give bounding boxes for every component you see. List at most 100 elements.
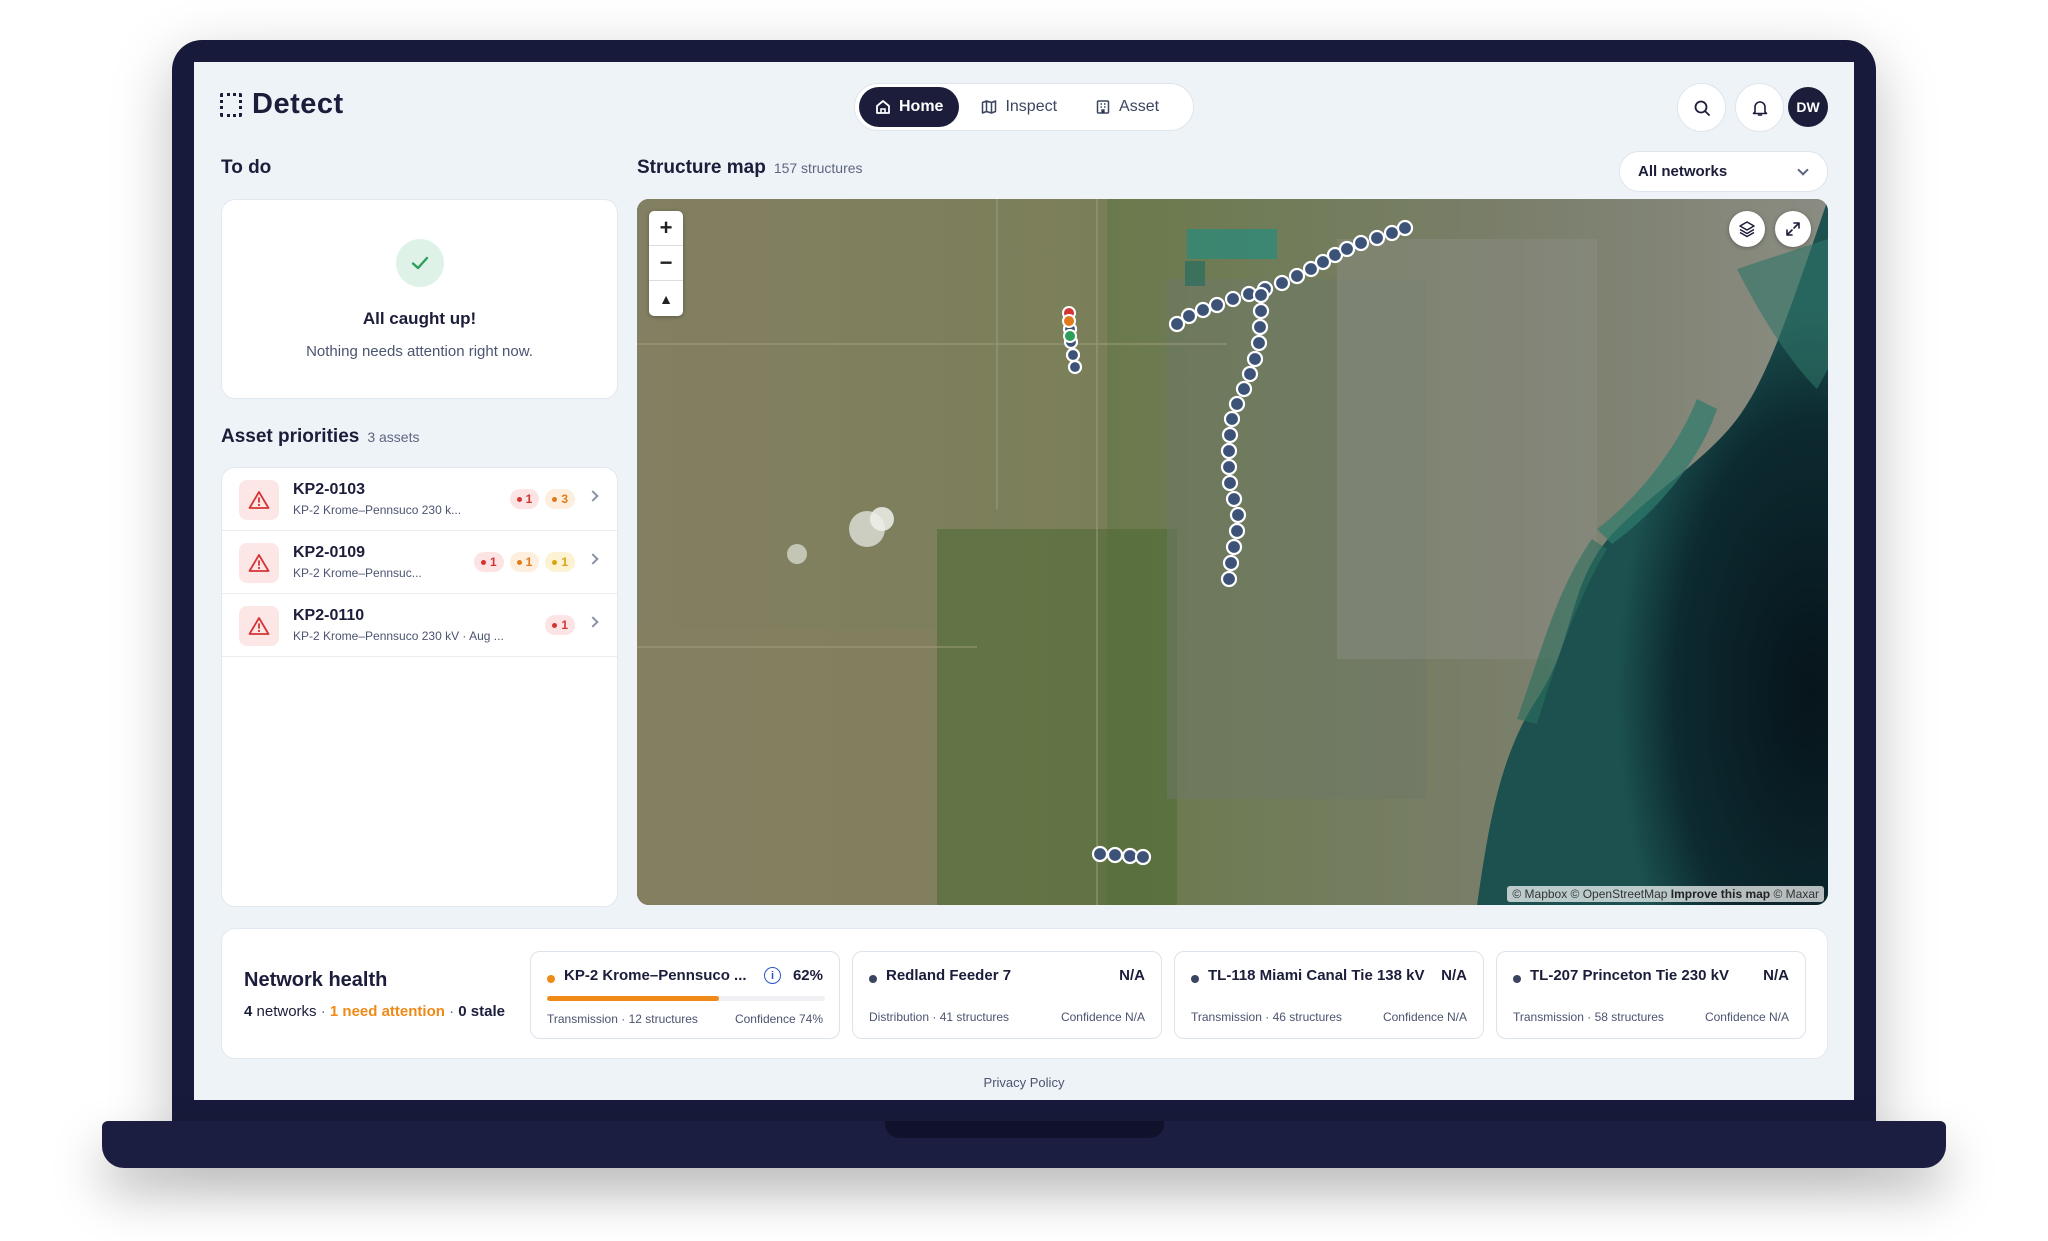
network-status-dot xyxy=(869,975,877,983)
nav-home-label: Home xyxy=(899,98,944,115)
asset-id: KP2-0109 xyxy=(293,544,366,561)
network-card[interactable]: KP-2 Krome–Pennsuco ... i 62% Transmissi… xyxy=(530,951,840,1039)
satellite-map-image xyxy=(637,199,1828,905)
map-attribution: © Mapbox © OpenStreetMap Improve this ma… xyxy=(1507,886,1824,902)
search-icon xyxy=(1694,100,1710,116)
high-badge: 3 xyxy=(545,489,575,509)
compass-button[interactable]: ▲ xyxy=(649,281,683,316)
asset-row[interactable]: KP2-0109 KP-2 Krome–Pennsuc... 1 1 1 xyxy=(222,531,617,594)
zoom-controls: + − ▲ xyxy=(649,211,683,316)
network-health-panel: Network health 4 networks · 1 need atten… xyxy=(221,928,1828,1059)
network-health-bar xyxy=(547,996,825,1001)
privacy-policy-link[interactable]: Privacy Policy xyxy=(194,1075,1854,1090)
network-type: Distribution · 41 structures xyxy=(869,1010,1010,1024)
structure-map[interactable]: + − ▲ © Mapbox © OpenStreetMap Improve t… xyxy=(637,199,1828,905)
notifications-button[interactable] xyxy=(1735,83,1784,132)
chevron-down-icon xyxy=(1797,163,1809,176)
network-name: TL-207 Princeton Tie 230 kV xyxy=(1530,967,1729,984)
todo-heading: To do xyxy=(221,157,272,178)
nav-home[interactable]: Home xyxy=(859,87,960,127)
home-icon xyxy=(876,100,890,114)
asset-description: KP-2 Krome–Pennsuco 230 k... xyxy=(293,503,462,517)
severity-badges: 1 1 1 xyxy=(473,552,575,572)
info-icon[interactable]: i xyxy=(764,967,781,984)
nav-asset[interactable]: Asset xyxy=(1079,87,1175,127)
network-status-dot xyxy=(547,975,555,983)
chevron-right-icon xyxy=(587,490,599,502)
warning-icon xyxy=(239,480,279,520)
structure-map-count: 157 structures xyxy=(773,160,863,176)
warning-icon xyxy=(239,543,279,583)
asset-priorities-heading: Asset priorities 3 assets xyxy=(221,426,419,448)
network-health-summary: 4 networks · 1 need attention · 0 stale xyxy=(244,1003,505,1020)
asset-row[interactable]: KP2-0103 KP-2 Krome–Pennsuco 230 k... 1 … xyxy=(222,468,617,531)
improve-map-link[interactable]: Improve this map xyxy=(1671,887,1770,901)
asset-priorities-title: Asset priorities xyxy=(221,426,360,447)
critical-badge: 1 xyxy=(545,615,575,635)
network-type: Transmission · 12 structures xyxy=(547,1012,698,1026)
severity-badges: 1 3 xyxy=(509,489,575,509)
asset-row[interactable]: KP2-0110 KP-2 Krome–Pennsuco 230 kV · Au… xyxy=(222,594,617,657)
network-confidence: Confidence N/A xyxy=(1704,1010,1789,1024)
asset-description: KP-2 Krome–Pennsuc... xyxy=(293,566,422,580)
zoom-in-button[interactable]: + xyxy=(649,211,683,246)
network-type: Transmission · 58 structures xyxy=(1513,1010,1664,1024)
asset-priorities-count: 3 assets xyxy=(367,429,420,445)
attention-count: 1 need attention xyxy=(329,1003,445,1020)
network-name: TL-118 Miami Canal Tie 138 kV xyxy=(1208,967,1425,984)
nav-asset-label: Asset xyxy=(1119,98,1160,115)
network-status-dot xyxy=(1513,975,1521,983)
network-health-value: N/A xyxy=(1763,967,1789,984)
chevron-right-icon xyxy=(587,616,599,628)
network-health-value: 62% xyxy=(792,967,823,984)
nav-inspect-label: Inspect xyxy=(1005,98,1058,115)
nav-inspect[interactable]: Inspect xyxy=(965,87,1073,127)
network-confidence: Confidence N/A xyxy=(1382,1010,1467,1024)
app-screen: Detect Home Inspect Asset DW To do All c… xyxy=(194,62,1854,1100)
layers-icon xyxy=(1739,221,1755,238)
todo-status-title: All caught up! xyxy=(362,309,477,328)
asset-id: KP2-0110 xyxy=(293,607,365,624)
logo-text: Detect xyxy=(252,88,344,120)
severity-badges: 1 xyxy=(545,615,575,635)
chevron-right-icon xyxy=(587,553,599,565)
asset-id: KP2-0103 xyxy=(293,481,366,498)
critical-structure-markers xyxy=(1062,306,1077,343)
app-logo[interactable]: Detect xyxy=(220,88,344,121)
search-button[interactable] xyxy=(1677,83,1726,132)
medium-badge: 1 xyxy=(545,552,575,572)
zoom-out-button[interactable]: − xyxy=(649,246,683,281)
todo-status-subtitle: Nothing needs attention right now. xyxy=(306,343,533,360)
user-avatar[interactable]: DW xyxy=(1788,87,1828,127)
network-card[interactable]: TL-118 Miami Canal Tie 138 kV N/A Transm… xyxy=(1174,951,1484,1039)
layers-button[interactable] xyxy=(1729,211,1765,247)
network-name: KP-2 Krome–Pennsuco ... xyxy=(564,967,747,984)
network-filter-value: All networks xyxy=(1638,163,1728,180)
success-check-icon xyxy=(395,239,444,287)
network-filter-select[interactable]: All networks xyxy=(1619,151,1828,192)
network-confidence: Confidence N/A xyxy=(1060,1010,1145,1024)
map-icon xyxy=(982,100,997,114)
network-health-value: N/A xyxy=(1441,967,1467,984)
asset-description: KP-2 Krome–Pennsuco 230 kV · Aug ... xyxy=(293,629,504,643)
network-type: Transmission · 46 structures xyxy=(1191,1010,1342,1024)
network-name: Redland Feeder 7 xyxy=(886,967,1012,984)
network-health-bar-fill xyxy=(547,996,720,1001)
fullscreen-button[interactable] xyxy=(1775,211,1811,247)
warning-icon xyxy=(239,606,279,646)
network-card[interactable]: TL-207 Princeton Tie 230 kV N/A Transmis… xyxy=(1496,951,1806,1039)
network-health-value: N/A xyxy=(1119,967,1145,984)
expand-icon xyxy=(1786,222,1800,236)
todo-card: All caught up! Nothing needs attention r… xyxy=(221,199,618,399)
bell-icon xyxy=(1752,100,1767,116)
building-icon xyxy=(1096,100,1110,114)
structure-map-title: Structure map xyxy=(637,157,766,178)
critical-badge: 1 xyxy=(473,552,504,572)
logo-icon xyxy=(220,92,242,117)
main-nav: Home Inspect Asset xyxy=(854,83,1194,131)
structure-map-heading: Structure map 157 structures xyxy=(637,157,863,179)
network-card[interactable]: Redland Feeder 7 N/A Distribution · 41 s… xyxy=(852,951,1162,1039)
network-status-dot xyxy=(1191,975,1199,983)
network-confidence: Confidence 74% xyxy=(734,1012,823,1026)
laptop-notch xyxy=(885,1121,1164,1138)
